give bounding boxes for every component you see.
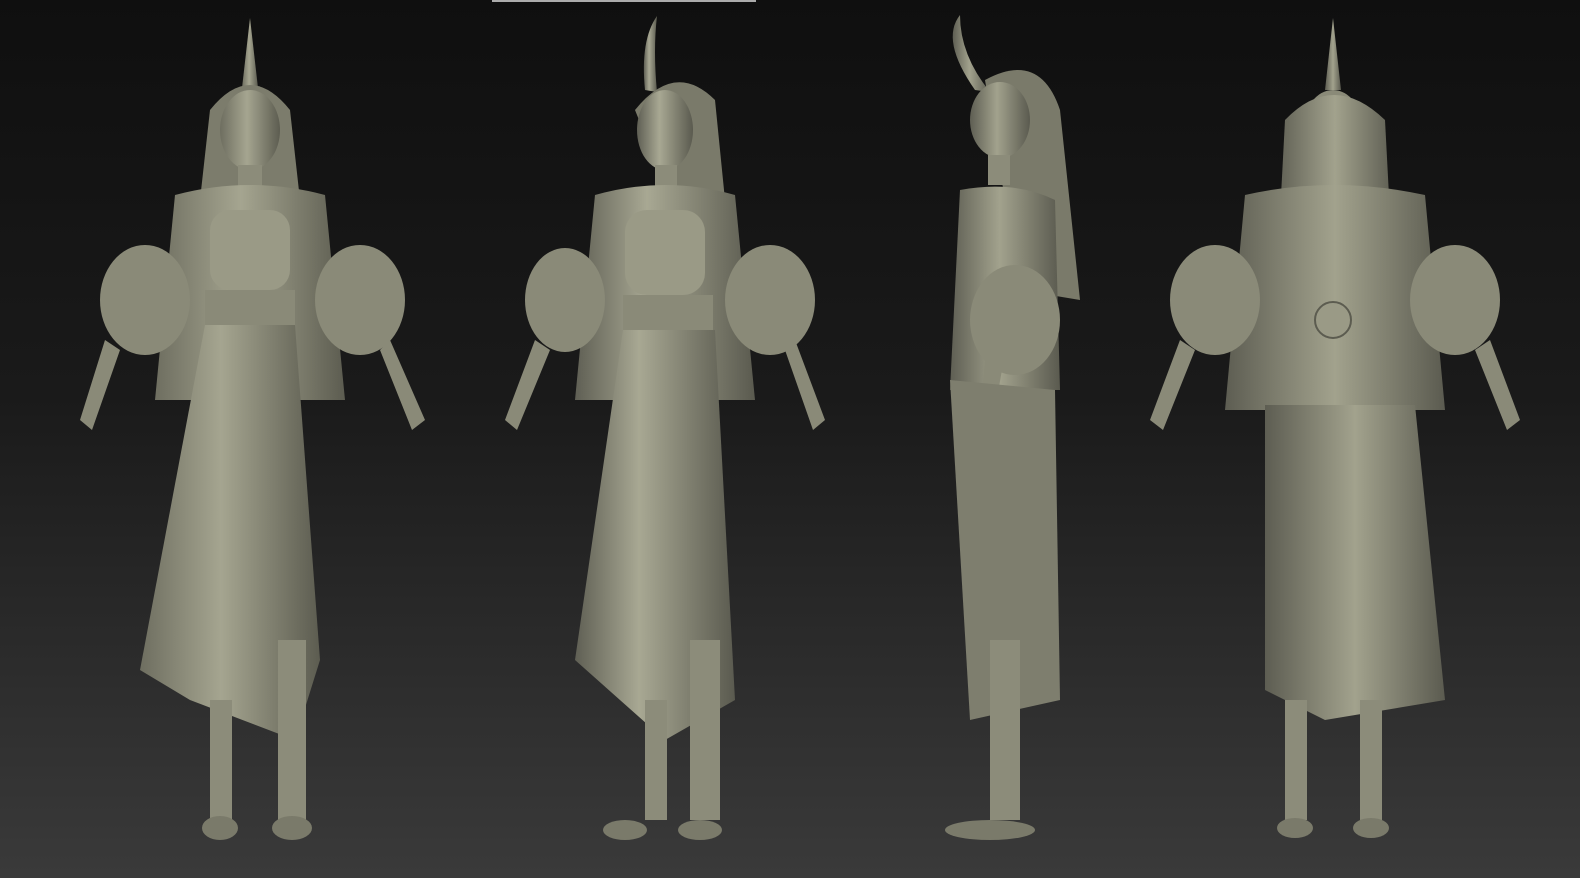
shoe (945, 820, 1035, 840)
left-sleeve (100, 245, 190, 355)
right-leg (1360, 700, 1382, 820)
right-leg (690, 640, 720, 820)
right-sleeve (725, 245, 815, 355)
left-arm (80, 340, 120, 430)
left-sleeve (1170, 245, 1260, 355)
right-shoe (678, 820, 722, 840)
right-sleeve (315, 245, 405, 355)
head (220, 90, 280, 170)
sleeve (970, 265, 1060, 375)
left-shoe (603, 820, 647, 840)
right-arm (785, 340, 825, 430)
top (625, 210, 705, 295)
head (637, 90, 693, 170)
left-arm (505, 340, 550, 430)
right-leg (278, 640, 306, 820)
belt (205, 290, 295, 325)
skirt (1265, 405, 1445, 720)
left-sleeve (525, 248, 605, 352)
horn (643, 16, 657, 92)
right-sleeve (1410, 245, 1500, 355)
right-shoe (272, 816, 312, 840)
head (970, 82, 1030, 158)
right-arm (380, 340, 425, 430)
figure-front-view (80, 18, 425, 840)
figure-three-quarter-view (505, 16, 825, 840)
horn (952, 15, 990, 92)
left-leg (1285, 700, 1307, 820)
left-leg (645, 700, 667, 820)
left-shoe (1277, 818, 1313, 838)
left-arm (1150, 340, 1195, 430)
sculpt-viewport (0, 0, 1580, 878)
horn (1325, 18, 1341, 90)
left-leg (210, 700, 232, 820)
neck (988, 155, 1010, 185)
right-arm (1475, 340, 1520, 430)
belt (623, 295, 713, 330)
yin-yang-emblem (1314, 301, 1352, 339)
figure-back-view (1150, 18, 1520, 838)
figure-side-view (945, 15, 1080, 840)
leg (990, 640, 1020, 820)
horn (242, 18, 258, 88)
top (210, 210, 290, 290)
left-shoe (202, 816, 238, 840)
right-shoe (1353, 818, 1389, 838)
